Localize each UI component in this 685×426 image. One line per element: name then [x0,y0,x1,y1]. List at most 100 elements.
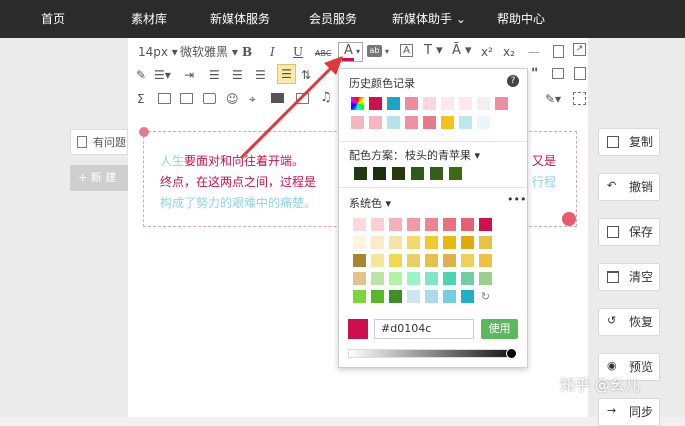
nav-member-service[interactable]: 会员服务 [309,0,357,38]
indent-icon[interactable]: ⇥ [184,67,194,83]
font-family-select[interactable]: 微软雅黑 ▾ [180,44,238,60]
color-swatch[interactable] [443,218,456,231]
clear-button[interactable]: 清空 [598,263,660,291]
color-swatch[interactable] [405,116,418,129]
system-colors-select[interactable]: 系统色 ▾ [349,195,391,211]
color-swatch[interactable] [461,272,474,285]
color-swatch[interactable] [392,167,405,180]
color-swatch[interactable] [423,97,436,110]
color-swatch[interactable] [353,218,366,231]
color-swatch[interactable] [389,254,402,267]
save-button[interactable]: 保存 [598,218,660,246]
undo-button[interactable]: ↶ 撤销 [598,173,660,201]
color-swatch[interactable] [351,116,364,129]
color-swatch[interactable] [353,254,366,267]
color-swatch[interactable] [423,116,436,129]
brightness-slider[interactable] [348,348,517,359]
color-swatch[interactable] [425,218,438,231]
color-swatch[interactable] [371,218,384,231]
color-swatch[interactable] [461,254,474,267]
color-swatch[interactable] [425,272,438,285]
nav-media-assistant[interactable]: 新媒体助手 ⌄ [392,0,466,38]
align-left-icon[interactable]: ☰ [209,67,220,83]
fullscreen-icon[interactable] [573,92,586,105]
color-swatch[interactable] [477,97,490,110]
subscript-icon[interactable]: x₂ [503,44,515,60]
table-icon[interactable] [552,68,564,79]
sync-button[interactable]: → 同步 [598,398,660,426]
color-swatch[interactable] [407,236,420,249]
color-swatch[interactable] [373,167,386,180]
image-icon[interactable] [158,93,171,104]
edit-source-icon[interactable]: ↗ [573,43,586,56]
color-swatch[interactable] [407,290,420,303]
color-swatch[interactable] [449,167,462,180]
nav-media-service[interactable]: 新媒体服务 [210,0,270,38]
color-swatch[interactable] [441,97,454,110]
color-swatch[interactable] [459,97,472,110]
color-swatch[interactable] [443,254,456,267]
nav-home[interactable]: 首页 [41,0,65,38]
scheme-select[interactable]: 枝头的青苹果 ▾ [405,147,480,163]
font-size-select[interactable]: 14px ▾ [138,44,178,60]
color-swatch[interactable] [495,97,508,110]
color-swatch[interactable] [353,236,366,249]
color-swatch[interactable] [389,236,402,249]
nav-help-center[interactable]: 帮助中心 [497,0,545,38]
video-icon[interactable] [203,93,216,104]
hex-input[interactable]: #d0104c [374,319,474,339]
color-swatch[interactable] [479,218,492,231]
color-swatch[interactable] [371,236,384,249]
color-swatch[interactable] [425,254,438,267]
color-swatch[interactable] [387,116,400,129]
color-swatch[interactable] [371,254,384,267]
color-swatch[interactable] [354,167,367,180]
question-button[interactable]: 有问题 [70,129,128,155]
slider-handle[interactable] [506,348,517,359]
nav-materials[interactable]: 素材库 [131,0,167,38]
color-swatch[interactable] [407,254,420,267]
style-edit-icon[interactable]: ✎▾ [545,91,561,107]
color-swatch[interactable] [369,116,382,129]
letter-spacing-icon[interactable]: Ā ▾ [452,43,472,59]
color-swatch[interactable] [411,167,424,180]
new-button[interactable]: + 新 建 [70,165,128,191]
color-swatch[interactable] [443,290,456,303]
highlight-icon[interactable]: ab [367,45,382,57]
color-swatch[interactable] [461,218,474,231]
text-border-icon[interactable]: A [400,44,413,57]
color-swatch[interactable] [477,116,490,129]
color-swatch[interactable] [371,290,384,303]
color-swatch[interactable] [387,97,400,110]
color-swatch[interactable] [479,254,492,267]
new-page-icon[interactable] [553,45,564,58]
color-swatch[interactable] [351,97,364,110]
color-swatch[interactable] [369,97,382,110]
color-swatch[interactable] [425,236,438,249]
color-swatch[interactable] [353,290,366,303]
color-swatch[interactable] [430,167,443,180]
color-swatch[interactable] [371,272,384,285]
text-indent-icon[interactable]: T ▾ [424,43,443,59]
help-icon[interactable]: ? [507,75,519,87]
use-color-button[interactable]: 使用 [481,319,518,339]
color-swatch[interactable] [443,272,456,285]
list-style-icon[interactable]: ☰▾ [154,67,171,83]
color-swatch[interactable] [479,272,492,285]
color-swatch[interactable] [425,290,438,303]
horizontal-rule-icon[interactable]: — [528,44,540,60]
eraser-icon[interactable]: ✎ [136,67,146,83]
color-swatch[interactable] [405,97,418,110]
color-swatch[interactable] [389,290,402,303]
multi-image-icon[interactable] [180,93,193,104]
quote-icon[interactable]: " [531,66,538,82]
color-swatch[interactable] [441,116,454,129]
color-swatch[interactable] [459,116,472,129]
color-swatch[interactable] [389,218,402,231]
color-swatch[interactable] [461,236,474,249]
template-icon[interactable] [574,67,586,80]
color-swatch[interactable] [443,236,456,249]
formula-icon[interactable]: Σ [137,91,145,107]
more-icon[interactable]: ••• [507,193,526,206]
restore-button[interactable]: ↺ 恢复 [598,308,660,336]
